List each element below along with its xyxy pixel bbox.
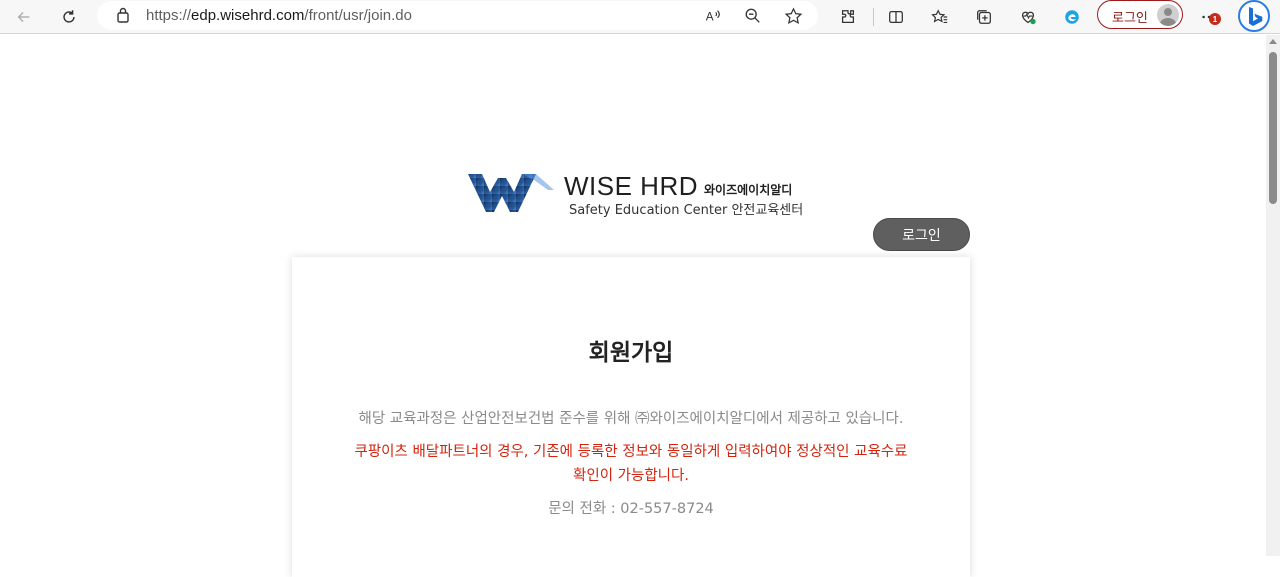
avatar-body xyxy=(1160,18,1176,26)
scroll-thumb[interactable] xyxy=(1269,52,1277,204)
profile-avatar-icon xyxy=(1157,4,1179,26)
notice-line-1: 쿠팡이츠 배달파트너의 경우, 기존에 등록한 정보와 동일하게 입력하여야 정… xyxy=(354,444,908,460)
back-icon[interactable] xyxy=(10,3,38,31)
url-host: edp.wisehrd.com xyxy=(191,7,305,24)
lock-icon[interactable] xyxy=(116,6,130,24)
collections-icon[interactable] xyxy=(970,3,998,31)
notification-badge: 1 xyxy=(1209,13,1221,25)
extensions-icon[interactable] xyxy=(834,3,862,31)
read-aloud-icon[interactable]: A xyxy=(702,5,724,27)
toolbar-divider xyxy=(873,8,874,26)
profile-label: 로그인 xyxy=(1112,10,1148,25)
contact-phone: 문의 전화 : 02-557-8724 xyxy=(548,501,714,517)
favorite-star-icon[interactable] xyxy=(782,5,804,27)
brand-name: WISE HRD xyxy=(564,171,698,201)
url-path: /front/usr/join.do xyxy=(304,7,412,24)
svg-text:A: A xyxy=(706,11,714,24)
brand-tagline: Safety Education Center 안전교육센터 xyxy=(569,203,804,218)
coupang-eats-notice: 쿠팡이츠 배달파트너의 경우, 기존에 등록한 정보와 동일하게 입력하여야 정… xyxy=(332,440,930,488)
scroll-up-arrow-icon[interactable] xyxy=(1269,39,1277,44)
notice-line-2: 확인이 가능합니다. xyxy=(573,468,689,484)
url-text: https://edp.wisehrd.com/front/usr/join.d… xyxy=(146,7,412,24)
address-bar[interactable]: https://edp.wisehrd.com/front/usr/join.d… xyxy=(97,1,818,30)
profile-button[interactable]: 로그인 xyxy=(1097,0,1183,29)
bing-icon[interactable] xyxy=(1238,0,1270,32)
browser-essentials-icon[interactable] xyxy=(1014,3,1042,31)
zoom-icon[interactable] xyxy=(742,5,764,27)
avatar-head xyxy=(1164,8,1172,16)
login-button[interactable]: 로그인 xyxy=(873,218,970,251)
page-title: 회원가입 xyxy=(588,340,674,366)
refresh-icon[interactable] xyxy=(55,3,83,31)
url-scheme: https:// xyxy=(146,7,192,24)
favorites-icon[interactable] xyxy=(926,3,954,31)
browser-toolbar: https://edp.wisehrd.com/front/usr/join.d… xyxy=(0,0,1280,34)
brand-name-korean: 와이즈에이치알디 xyxy=(704,183,793,197)
signup-card: 회원가입 해당 교육과정은 산업안전보건법 준수를 위해 ㈜와이즈에이치알디에서… xyxy=(292,257,970,577)
page-scrollbar[interactable] xyxy=(1266,35,1280,556)
wise-hrd-logo-mark-icon xyxy=(468,174,554,212)
site-logo[interactable]: WISE HRD 와이즈에이치알디 Safety Education Cente… xyxy=(468,170,808,218)
split-screen-icon[interactable] xyxy=(882,3,910,31)
course-description: 해당 교육과정은 산업안전보건법 준수를 위해 ㈜와이즈에이치알디에서 제공하고… xyxy=(358,411,904,427)
edge-icon[interactable] xyxy=(1058,3,1086,31)
